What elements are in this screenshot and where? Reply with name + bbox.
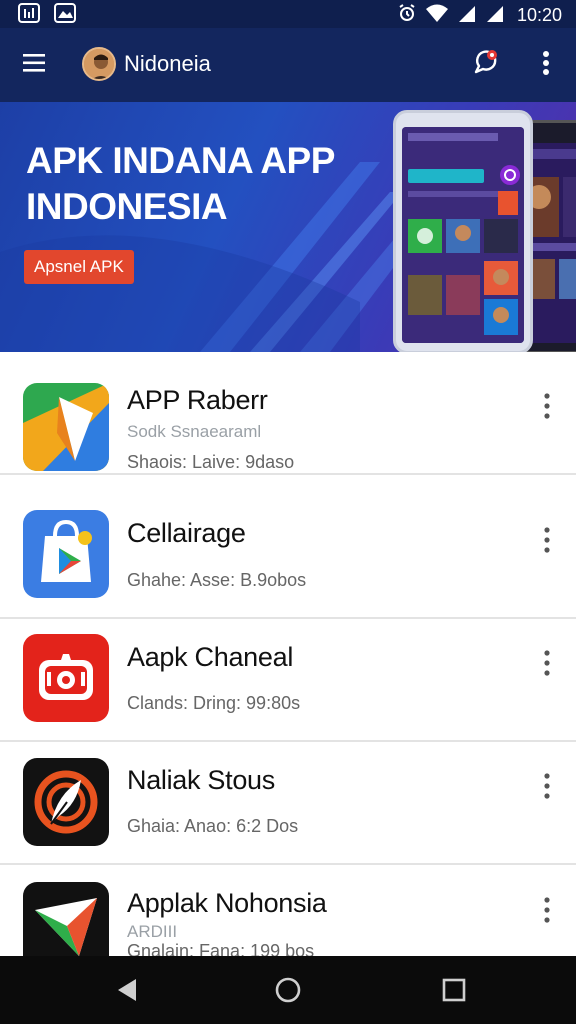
app-subtitle: Sodk Ssnaearaml <box>127 422 262 441</box>
list-item[interactable]: Applak Nohonsia ARDIII Gnalain: Fana: 19… <box>0 865 576 956</box>
app-list: APP Raberr Sodk Ssnaearaml Shaois: Laive… <box>0 352 576 956</box>
app-bar: Nidoneia <box>0 28 576 102</box>
camera-icon <box>23 634 109 722</box>
navigation-bar <box>0 956 576 1024</box>
list-item[interactable]: Aapk Chaneal Clands: Dring: 99:80s <box>0 619 576 742</box>
menu-icon[interactable] <box>22 52 46 74</box>
banner-title: APK INDANA APP INDONESIA <box>26 138 386 230</box>
list-item[interactable]: Naliak Stous Ghaia: Anao: 6:2 Dos <box>0 742 576 865</box>
app-name: APP Raberr <box>127 385 268 415</box>
arrow-paper-icon <box>23 882 109 956</box>
wifi-icon <box>425 3 449 28</box>
phone-mockup-front <box>393 110 533 352</box>
avatar[interactable] <box>82 47 116 81</box>
app-name: Naliak Stous <box>127 765 275 795</box>
more-vert-icon[interactable] <box>536 772 558 800</box>
app-name: Aapk Chaneal <box>127 642 294 672</box>
signal-icon <box>485 3 505 28</box>
list-item[interactable]: Cellairage Ghahe: Asse: B.9obos <box>0 496 576 619</box>
status-bar: 10:20 <box>0 0 576 28</box>
feather-icon <box>23 758 109 846</box>
recents-icon[interactable] <box>438 974 470 1006</box>
app-meta: Ghaia: Anao: 6:2 Dos <box>127 816 299 836</box>
divider <box>0 473 576 475</box>
notification-box-icon <box>18 3 40 28</box>
list-item[interactable]: APP Raberr Sodk Ssnaearaml Shaois: Laive… <box>0 352 576 475</box>
banner-title-line1: APK INDANA APP <box>26 140 335 181</box>
more-vert-icon[interactable] <box>536 392 558 420</box>
banner-title-line2: INDONESIA <box>26 186 228 227</box>
app-name: Cellairage <box>127 518 246 548</box>
shopping-bag-icon <box>23 510 109 598</box>
chat-icon[interactable] <box>470 48 500 78</box>
back-icon[interactable] <box>112 974 144 1006</box>
app-meta: Clands: Dring: 99:80s <box>127 693 301 713</box>
more-vert-icon[interactable] <box>536 896 558 924</box>
home-icon[interactable] <box>272 974 304 1006</box>
app-meta: Gnalain: Fana: 199 bos <box>127 941 315 956</box>
alarm-icon <box>397 3 417 28</box>
clock: 10:20 <box>516 5 562 25</box>
more-vert-icon[interactable] <box>532 48 560 78</box>
more-vert-icon[interactable] <box>536 526 558 554</box>
install-apk-button[interactable]: Apsnel APK <box>24 250 134 284</box>
maps-icon <box>23 383 109 471</box>
app-subtitle: ARDIII <box>127 922 178 941</box>
app-title: Nidoneia <box>124 51 211 76</box>
app-meta: Ghahe: Asse: B.9obos <box>127 570 307 590</box>
promo-banner[interactable]: APK INDANA APP INDONESIA Apsnel APK <box>0 102 576 352</box>
app-meta: Shaois: Laive: 9daso <box>127 452 295 472</box>
signal-icon <box>457 3 477 28</box>
image-icon <box>54 3 76 28</box>
app-name: Applak Nohonsia <box>127 888 327 918</box>
more-vert-icon[interactable] <box>536 649 558 677</box>
